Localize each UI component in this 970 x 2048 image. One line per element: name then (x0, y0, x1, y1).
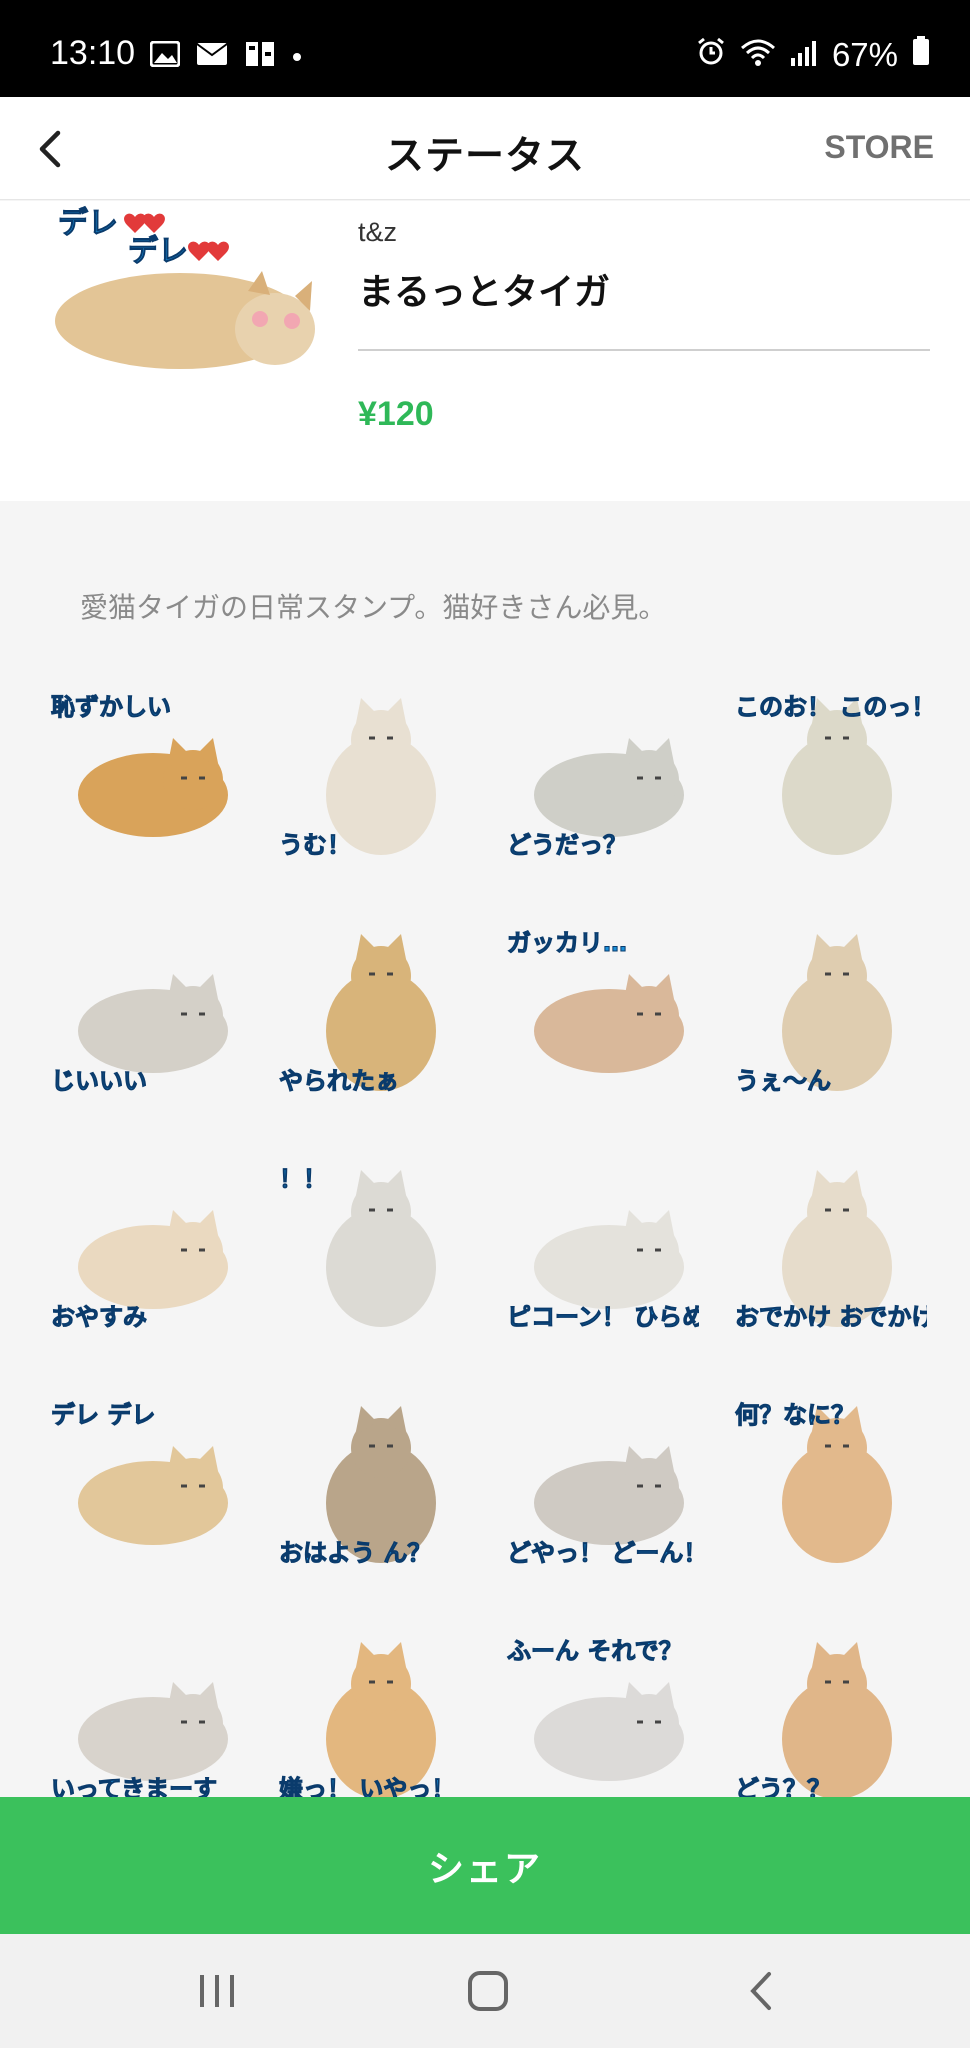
sleeping-cat-icon: 恥ずかしい (51, 693, 228, 837)
sticker-item[interactable]: ピコーン！ ひらめいた (494, 1152, 704, 1342)
sticker-text: うぇ～ん (735, 1067, 831, 1095)
share-button[interactable]: シェア (0, 1797, 970, 1934)
status-time: 13:10 (50, 34, 136, 72)
battery-icon (912, 36, 930, 74)
sticker-text: じいいい (51, 1067, 147, 1095)
curious-cat-icon: 何？なに？ (735, 1401, 892, 1563)
status-right-icons: 67% (696, 36, 930, 74)
walking-cat-icon: おでかけ おでかけ (735, 1170, 927, 1332)
gallery-icon (149, 40, 181, 71)
sleeping-cat-icon: おやすみ (51, 1210, 228, 1332)
price: ¥120 (358, 395, 434, 433)
unimpressed-cat-icon: ふーん それで？ (507, 1637, 684, 1781)
sticker-item[interactable]: やられたぁ (266, 916, 476, 1106)
sticker-set-name: まるっとタイガ (358, 272, 611, 313)
signal-icon (790, 36, 818, 74)
divider (358, 349, 930, 351)
main-sticker-text-1: デレ (58, 206, 118, 241)
app-header: ステータス STORE (0, 97, 970, 200)
sticker-item[interactable]: うむ！ (266, 680, 476, 870)
sticker-item[interactable]: おはよう ん？ (266, 1388, 476, 1578)
sticker-text: やられたぁ (279, 1067, 399, 1095)
lying-cat-icon: やられたぁ (279, 934, 436, 1096)
home-button[interactable] (455, 1958, 521, 2024)
sticker-text: おでかけ おでかけ (735, 1303, 927, 1331)
dot-icon (292, 47, 302, 66)
sticker-item[interactable]: 恥ずかしい (38, 680, 248, 870)
refusing-cat-icon: 嫌っ！ いやっ！ (279, 1642, 456, 1804)
sticker-item[interactable]: どう？？ (722, 1624, 932, 1814)
mail-icon (196, 42, 228, 70)
back-nav-icon (750, 1972, 771, 2010)
sticker-item[interactable]: おでかけ おでかけ (722, 1152, 932, 1342)
sticker-text: ガッカリ… (507, 929, 627, 957)
app-notification-icon (244, 40, 276, 72)
sticker-item[interactable]: どうだっ？ (494, 680, 704, 870)
status-bar: 13:10 67% (0, 0, 970, 97)
sticker-item[interactable]: ふーん それで？ (494, 1624, 704, 1814)
wifi-icon (740, 36, 776, 74)
alarm-icon (696, 36, 726, 74)
waking-cat-icon: おはよう ん？ (279, 1406, 436, 1568)
system-back-button[interactable] (728, 1958, 794, 2024)
surprised-cat-icon: ！！ (279, 1165, 436, 1327)
sticker-item[interactable]: ！！ (266, 1152, 476, 1342)
home-icon (468, 1971, 508, 2011)
sticker-grid: 恥ずかしいうむ！ どうだっ？ このお！ このっ！ じいいい やられたぁ ガッカリ… うぇ～ん… (38, 680, 932, 1814)
sitting-cat-icon: どうだっ？ (507, 738, 684, 860)
sticker-item[interactable]: このお！ このっ！ (722, 680, 932, 870)
sad-cat-icon: ガッカリ… (507, 929, 684, 1073)
sticker-description: 愛猫タイガの日常スタンプ。猫好きさん必見。 (80, 591, 667, 624)
sticker-text: このお！ このっ！ (735, 693, 927, 721)
jumping-cat-icon: このお！ このっ！ (735, 693, 927, 855)
sticker-item[interactable]: いってきまーす (38, 1624, 248, 1814)
standing-cat-icon: うむ！ (279, 698, 436, 860)
sticker-item[interactable]: うぇ～ん (722, 916, 932, 1106)
sticker-text: 何？なに？ (735, 1401, 855, 1429)
sticker-text: ふーん それで？ (507, 1637, 683, 1665)
sticker-text: どやっ！ どーん！ (507, 1539, 699, 1567)
main-sticker-image: デレ デレ (50, 201, 320, 411)
crying-cat-icon: うぇ～ん (735, 934, 892, 1096)
product-card: デレ デレ t&z まるっとタイガ ¥120 (0, 201, 970, 501)
sticker-item[interactable]: おやすみ (38, 1152, 248, 1342)
paw-icon: どやっ！ どーん！ (507, 1446, 699, 1568)
sticker-text: ！！ (279, 1165, 327, 1193)
sticker-text: 恥ずかしい (51, 693, 171, 721)
sticker-item[interactable]: 何？なに？ (722, 1388, 932, 1578)
sticker-text: ピコーン！ ひらめいた (507, 1303, 699, 1331)
recent-apps-button[interactable] (184, 1958, 250, 2024)
sticker-text: デレ デレ (51, 1401, 155, 1429)
store-link[interactable]: STORE (824, 129, 934, 166)
idea-cat-icon: ピコーン！ ひらめいた (507, 1210, 699, 1332)
sticker-item[interactable]: ガッカリ… (494, 916, 704, 1106)
system-nav-bar (0, 1934, 970, 2048)
sticker-item[interactable]: じいいい (38, 916, 248, 1106)
sticker-text: おやすみ (51, 1303, 147, 1331)
share-button-label: シェア (427, 1848, 542, 1890)
sticker-text: うむ！ (279, 831, 351, 859)
sticker-text: おはよう ん？ (279, 1539, 431, 1567)
leaving-cat-icon: いってきまーす (51, 1682, 228, 1804)
author-name: t&z (358, 217, 398, 247)
status-left-icons (149, 40, 302, 72)
main-sticker-text-2: デレ (128, 234, 188, 269)
sticker-item[interactable]: デレ デレ (38, 1388, 248, 1578)
lying-cat-icon: デレ デレ (51, 1401, 228, 1545)
sticker-item[interactable]: 嫌っ！ いやっ！ (266, 1624, 476, 1814)
sticker-item[interactable]: どやっ！ どーん！ (494, 1388, 704, 1578)
battery-percent: 67% (831, 36, 898, 73)
sticker-text: どうだっ？ (507, 831, 627, 859)
staring-cat-icon: じいいい (51, 974, 228, 1096)
dressed-cat-icon: どう？？ (735, 1642, 892, 1804)
recent-apps-icon (200, 1975, 234, 2007)
